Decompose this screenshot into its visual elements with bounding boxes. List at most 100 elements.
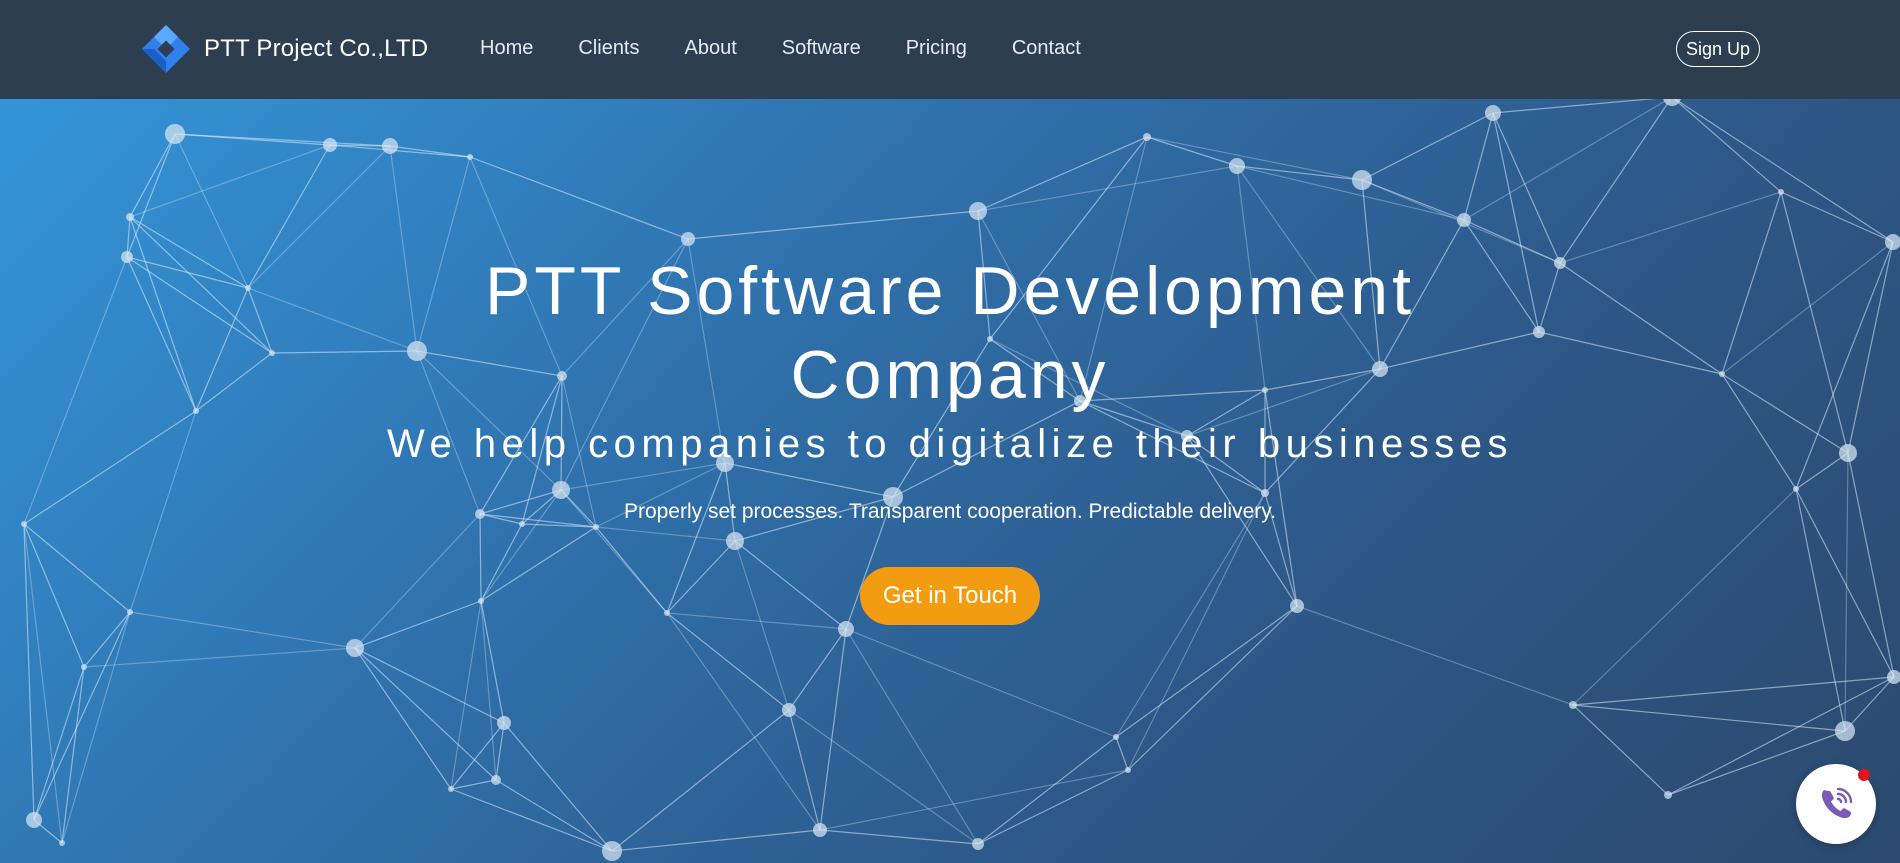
network-link (495, 779, 613, 852)
brand-link[interactable]: PTT Project Co.,LTD (140, 24, 428, 74)
network-link (977, 736, 1117, 845)
network-node (1125, 767, 1131, 773)
network-node (782, 703, 796, 717)
get-in-touch-button[interactable]: Get in Touch (860, 567, 1040, 625)
hero-subtitle: We help companies to digitalize their bu… (387, 422, 1513, 466)
network-link (450, 788, 613, 852)
network-link (1146, 136, 1363, 181)
network-link (450, 600, 482, 790)
network-link (23, 410, 197, 525)
diamond-logo-icon (142, 25, 190, 73)
network-link (129, 133, 176, 218)
network-link (126, 133, 176, 258)
network-link (666, 462, 726, 614)
network-node (346, 639, 364, 657)
network-node (1663, 99, 1681, 106)
network-link (977, 769, 1129, 845)
network-link (247, 287, 273, 354)
network-node (681, 232, 695, 246)
network-link (666, 612, 847, 630)
network-link (724, 462, 894, 498)
nav-clients[interactable]: Clients (578, 37, 639, 60)
network-link (1115, 736, 1129, 771)
network-link (666, 540, 736, 614)
network-link (1721, 191, 1782, 375)
network-link (480, 600, 505, 724)
network-link (354, 647, 452, 790)
network-link (666, 612, 821, 831)
network-link (1361, 179, 1465, 221)
network-node (323, 138, 337, 152)
network-link (611, 829, 821, 852)
network-link (469, 156, 689, 240)
hero-tagline: Properly set processes. Transparent coop… (623, 500, 1277, 523)
network-link (61, 666, 85, 844)
network-link (23, 256, 128, 525)
network-node (478, 598, 484, 604)
network-link (560, 462, 726, 491)
network-node (21, 521, 27, 527)
network-link (1721, 373, 1849, 454)
network-node (593, 524, 599, 530)
network-node (1793, 486, 1799, 492)
network-link (1559, 191, 1782, 264)
network-link (1795, 488, 1846, 732)
network-link (1236, 165, 1465, 221)
nav-software[interactable]: Software (782, 37, 861, 60)
network-link (1361, 112, 1494, 181)
network-link (129, 216, 249, 289)
network-link (1492, 112, 1561, 264)
network-node (26, 812, 42, 828)
network-link (33, 611, 131, 821)
network-link (83, 647, 356, 668)
network-link (23, 523, 131, 613)
network-link (1844, 452, 1849, 732)
network-link (479, 513, 482, 602)
network-link (1463, 112, 1494, 221)
network-link (129, 410, 197, 613)
phone-call-icon (1821, 787, 1853, 819)
network-link (1115, 492, 1266, 738)
network-node (602, 841, 622, 861)
network-node (1457, 213, 1471, 227)
network-link (1780, 191, 1894, 243)
network-link (247, 144, 331, 289)
network-link (354, 647, 505, 724)
network-node (1290, 599, 1304, 613)
network-link (354, 513, 481, 649)
network-link (480, 523, 523, 602)
network-node (121, 251, 133, 263)
network-node (1229, 158, 1245, 174)
network-link (195, 287, 249, 412)
network-link (1847, 452, 1895, 678)
network-link (195, 352, 273, 412)
network-link (174, 133, 391, 147)
network-node (972, 838, 984, 850)
network-node (193, 408, 199, 414)
network-link (977, 136, 1148, 212)
signup-button[interactable]: Sign Up (1676, 31, 1760, 67)
nav-contact[interactable]: Contact (1012, 37, 1081, 60)
network-link (1127, 605, 1298, 771)
network-link (1559, 262, 1723, 375)
network-link (1115, 605, 1298, 738)
network-node (1569, 701, 1577, 709)
nav-about[interactable]: About (685, 37, 737, 60)
network-link (1844, 676, 1895, 732)
network-mesh-graphic (21, 99, 1900, 861)
notification-badge (1858, 769, 1870, 781)
top-navbar: PTT Project Co.,LTD Home Clients About S… (0, 0, 1900, 99)
network-link (1847, 241, 1894, 454)
network-node (245, 285, 251, 291)
network-node (1554, 257, 1566, 269)
network-link (687, 210, 979, 240)
network-node (467, 154, 473, 160)
nav-pricing[interactable]: Pricing (906, 37, 967, 60)
network-node (726, 532, 744, 550)
network-link (480, 526, 597, 602)
network-link (1559, 99, 1672, 264)
network-link (734, 540, 790, 711)
nav-home[interactable]: Home (480, 37, 533, 60)
page: PTT Project Co.,LTD Home Clients About S… (0, 0, 1900, 863)
network-link (1127, 492, 1266, 771)
